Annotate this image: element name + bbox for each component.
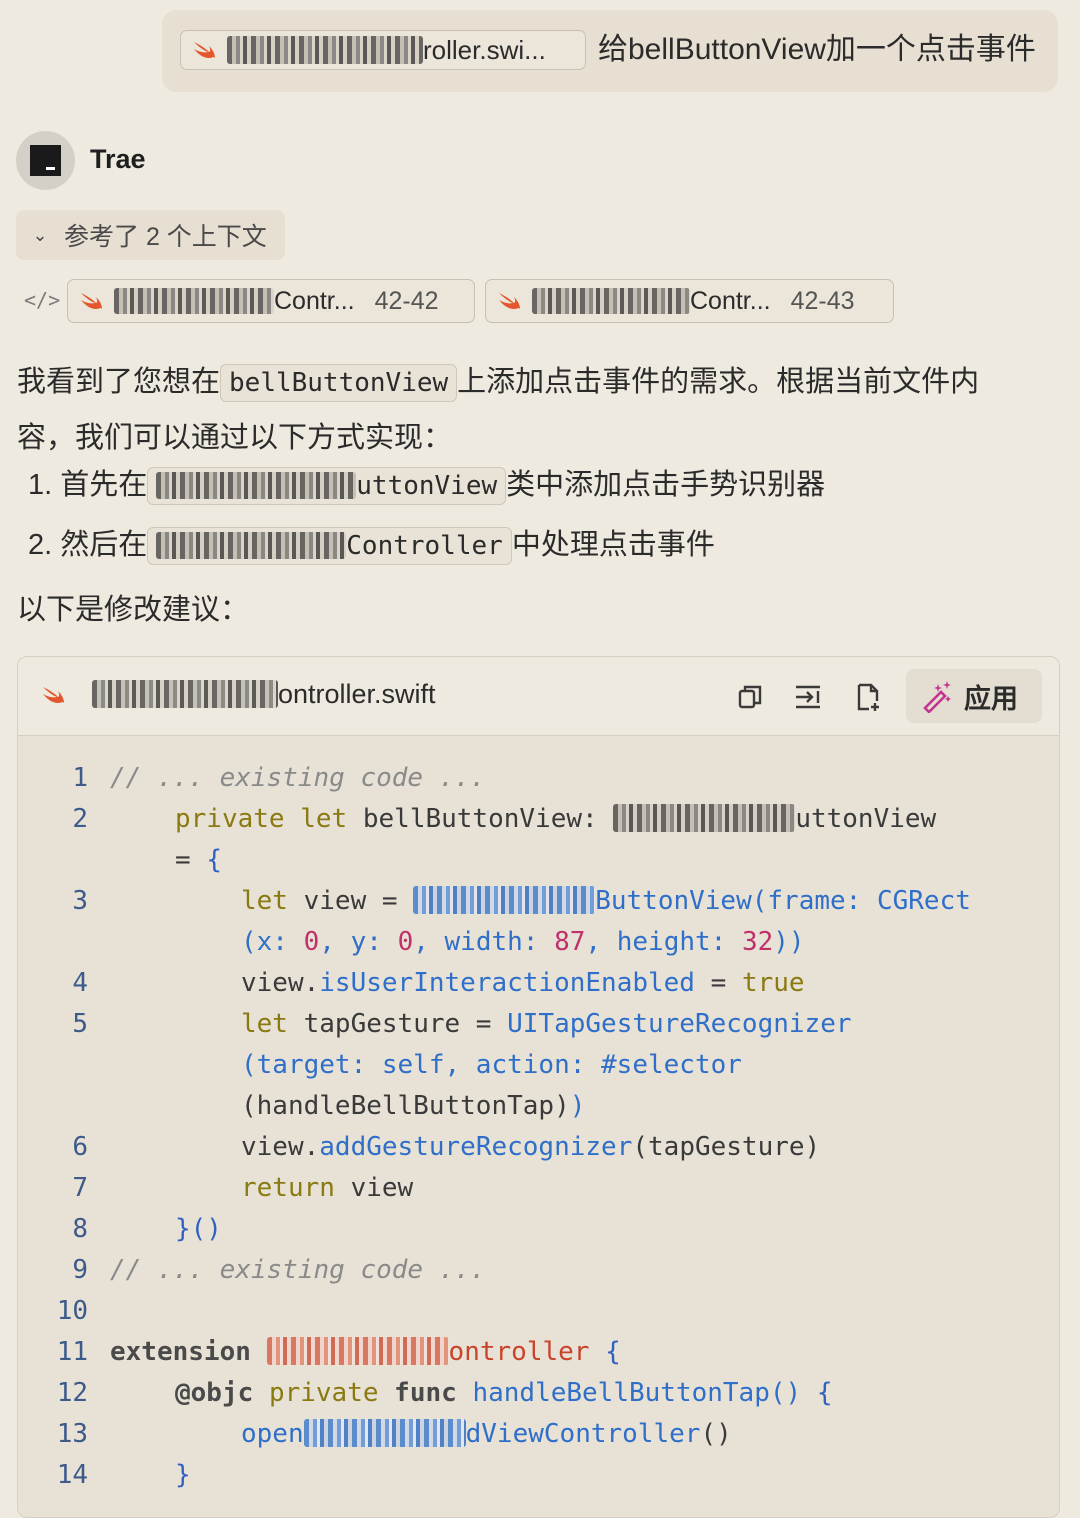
line-number: 3 <box>72 886 88 916</box>
code-line: = { <box>175 845 222 875</box>
list-item: 1. 首先在 uttonView 类中添加点击手势识别器 <box>28 461 826 506</box>
code-file-name: ontroller.swift <box>92 679 436 710</box>
code-line: return view <box>241 1173 414 1203</box>
code-line: view.isUserInteractionEnabled = true <box>241 968 805 998</box>
redacted-text <box>92 679 278 708</box>
code-reference-icon: </> <box>24 288 61 312</box>
text-span: 我看到了您想在 <box>17 366 221 398</box>
line-number: 8 <box>72 1214 88 1244</box>
redacted-text <box>156 471 357 500</box>
response-paragraph: 容，我们可以通过以下方式实现： <box>17 422 453 454</box>
ref-name: Contr... <box>274 286 355 315</box>
code-line: }() <box>175 1214 222 1244</box>
code-line: let view = ButtonView(frame: CGRect <box>241 886 971 916</box>
text-span: 然后在 <box>60 529 148 561</box>
swift-icon <box>194 42 215 58</box>
line-number: 11 <box>56 1337 88 1367</box>
insert-icon[interactable] <box>792 681 824 713</box>
context-ref-chip[interactable]: Contr... 42-43 <box>485 279 894 323</box>
context-ref-chip[interactable]: Contr... 42-42 <box>67 279 475 323</box>
line-number: 1 <box>72 763 88 793</box>
code-line: (target: self, action: #selector <box>241 1050 742 1080</box>
line-number: 5 <box>72 1009 88 1039</box>
text-span: 首先在 <box>60 469 148 501</box>
list-number: 1. <box>28 469 53 501</box>
line-number: 14 <box>56 1460 88 1490</box>
code-line: @objc private func handleBellButtonTap()… <box>175 1378 833 1408</box>
file-name-text: ontroller.swift <box>278 679 436 709</box>
inline-code: uttonView <box>147 467 507 506</box>
line-number: 2 <box>72 804 88 834</box>
swift-icon <box>81 293 102 309</box>
user-file-chip[interactable]: roller.swi... <box>180 30 586 70</box>
code-line: // ... existing code ... <box>110 1255 486 1285</box>
code-line: extension ontroller { <box>110 1337 621 1367</box>
line-number: 10 <box>56 1296 88 1326</box>
text-span: 类中添加点击手势识别器 <box>506 469 826 501</box>
code-line: let tapGesture = UITapGestureRecognizer <box>241 1009 852 1039</box>
line-number: 6 <box>72 1132 88 1162</box>
magic-wand-icon <box>923 681 951 713</box>
line-number: 13 <box>56 1419 88 1449</box>
code-block-header: ontroller.swift 应用 <box>18 657 1059 736</box>
line-number: 9 <box>72 1255 88 1285</box>
inline-code-text: Controller <box>346 531 503 562</box>
code-line: private let bellButtonView: uttonView <box>175 804 937 834</box>
apply-button-label: 应用 <box>964 683 1018 714</box>
context-toggle[interactable]: ⌄ 参考了 2 个上下文 <box>16 210 285 260</box>
redacted-text <box>532 287 690 315</box>
code-line: view.addGestureRecognizer(tapGesture) <box>241 1132 821 1162</box>
code-line: } <box>175 1460 191 1490</box>
chevron-down-icon: ⌄ <box>32 224 48 245</box>
list-item: 2. 然后在 Controller 中处理点击事件 <box>28 521 715 566</box>
swift-icon <box>43 687 64 703</box>
copy-icon[interactable] <box>734 681 766 713</box>
redacted-text <box>156 531 347 560</box>
new-file-icon[interactable] <box>851 681 883 713</box>
redacted-text <box>227 36 423 64</box>
code-line: (handleBellButtonTap)) <box>241 1091 586 1121</box>
response-paragraph: 我看到了您想在 bellButtonView 上添加点击事件的需求。根据当前文件内 <box>17 358 980 403</box>
code-line: (x: 0, y: 0, width: 87, height: 32)) <box>241 927 805 957</box>
ref-range: 42-43 <box>790 286 855 315</box>
assistant-avatar <box>16 131 75 190</box>
apply-button[interactable]: 应用 <box>906 669 1042 723</box>
code-block-card: ontroller.swift 应用 1 2 3 4 5 6 7 8 9 10 … <box>17 656 1060 1518</box>
list-number: 2. <box>28 529 53 561</box>
inline-code: Controller <box>147 527 512 566</box>
inline-code-text: uttonView <box>356 471 498 502</box>
ref-range: 42-42 <box>374 286 439 315</box>
context-toggle-label: 参考了 2 个上下文 <box>64 223 267 251</box>
line-number: 7 <box>72 1173 88 1203</box>
line-number: 12 <box>56 1378 88 1408</box>
response-paragraph: 以下是修改建议： <box>17 594 250 626</box>
text-span: 中处理点击事件 <box>511 529 715 561</box>
user-file-chip-label: roller.swi... <box>423 34 546 65</box>
user-message-text: 给bellButtonView加一个点击事件 <box>598 33 1036 66</box>
swift-icon <box>499 293 520 309</box>
redacted-text <box>114 287 274 315</box>
code-line: // ... existing code ... <box>110 763 486 793</box>
ref-name: Contr... <box>690 286 771 315</box>
inline-code: bellButtonView <box>220 364 458 403</box>
code-line: open dViewController() <box>241 1419 732 1449</box>
text-span: 上添加点击事件的需求。根据当前文件内 <box>457 366 980 398</box>
assistant-name: Trae <box>90 144 146 174</box>
line-number: 4 <box>72 968 88 998</box>
